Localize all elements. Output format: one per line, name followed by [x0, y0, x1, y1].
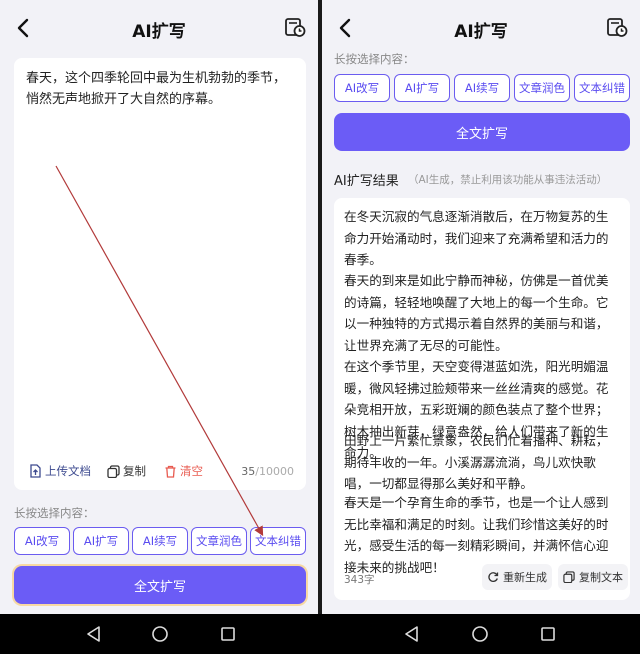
screenshot-pair: AI扩写 春天，这个四季轮回中最为生机勃勃的季节，悄然无声地掀开了大自然的序幕。… [0, 0, 640, 614]
result-paragraph: 田野上一片繁忙景象，农民们忙着播种、耕耘，期待丰收的一年。小溪潺潺流淌，鸟儿欢快… [344, 433, 609, 491]
input-card[interactable]: 春天，这个四季轮回中最为生机勃勃的季节，悄然无声地掀开了大自然的序幕。 上传文档… [14, 58, 306, 490]
clear-button[interactable]: 清空 [164, 463, 203, 479]
copy-label: 复制 [123, 464, 146, 478]
chip-continue[interactable]: AI续写 [132, 527, 188, 555]
refresh-icon [488, 572, 499, 583]
nav-back-icon[interactable] [84, 625, 104, 643]
result-paragraph: 在冬天沉寂的气息逐渐消散后，在万物复苏的生命力开始涌动时，我们迎来了充满希望和活… [344, 209, 609, 267]
app-header: AI扩写 [0, 0, 318, 58]
char-count-max: /10000 [255, 465, 294, 478]
chip-expand[interactable]: AI扩写 [73, 527, 129, 555]
chip-correct[interactable]: 文本纠错 [250, 527, 306, 555]
nav-back-icon[interactable] [402, 625, 422, 643]
right-screen: AI扩写 长按选择内容： AI改写 AI扩写 AI续写 文章润色 文本纠错 全文… [322, 0, 640, 614]
history-icon[interactable] [284, 16, 306, 38]
char-count-current: 35 [241, 465, 256, 478]
upload-icon [30, 464, 41, 478]
chip-polish[interactable]: 文章润色 [514, 74, 570, 102]
chip-polish[interactable]: 文章润色 [191, 527, 247, 555]
expand-all-button[interactable]: 全文扩写 [14, 566, 306, 604]
chip-rewrite[interactable]: AI改写 [334, 74, 390, 102]
expand-all-button[interactable]: 全文扩写 [334, 113, 630, 151]
input-text[interactable]: 春天，这个四季轮回中最为生机勃勃的季节，悄然无声地掀开了大自然的序幕。 [26, 68, 296, 110]
nav-home-icon[interactable] [150, 625, 170, 643]
section-label: 长按选择内容： [334, 52, 415, 66]
upload-doc-button[interactable]: 上传文档 [28, 463, 91, 479]
upload-label: 上传文档 [45, 464, 91, 478]
result-card: 在冬天沉寂的气息逐渐消散后，在万物复苏的生命力开始涌动时，我们迎来了充满希望和活… [334, 198, 630, 600]
regenerate-label: 重新生成 [503, 571, 547, 584]
input-toolbar: 上传文档 复制 清空 35/10000 [14, 463, 306, 483]
app-header: AI扩写 [322, 0, 640, 58]
clear-label: 清空 [180, 464, 203, 478]
chip-correct[interactable]: 文本纠错 [574, 74, 630, 102]
result-paragraph: 春天的到来是如此宁静而神秘，仿佛是一首优美的诗篇，轻轻地唤醒了大地上的每一个生命… [344, 273, 609, 353]
left-screen: AI扩写 春天，这个四季轮回中最为生机勃勃的季节，悄然无声地掀开了大自然的序幕。… [0, 0, 318, 614]
history-icon[interactable] [606, 16, 628, 38]
result-disclaimer: （AI生成，禁止利用该功能从事违法活动） [408, 174, 608, 186]
system-nav-bar [0, 614, 640, 654]
copy-icon [563, 571, 575, 583]
copy-icon [107, 464, 120, 478]
chip-expand[interactable]: AI扩写 [394, 74, 450, 102]
char-counter: 35/10000 [241, 465, 294, 478]
nav-recents-icon[interactable] [538, 625, 558, 643]
copy-text-button[interactable]: 复制文本 [558, 564, 628, 590]
trash-icon [165, 465, 176, 478]
page-title: AI扩写 [132, 22, 186, 42]
copy-text-label: 复制文本 [579, 571, 623, 584]
regenerate-button[interactable]: 重新生成 [482, 564, 552, 590]
section-label: 长按选择内容： [14, 506, 95, 520]
copy-button[interactable]: 复制 [107, 463, 146, 479]
nav-recents-icon[interactable] [218, 625, 238, 643]
page-title: AI扩写 [454, 22, 508, 42]
nav-home-icon[interactable] [470, 625, 490, 643]
chip-continue[interactable]: AI续写 [454, 74, 510, 102]
word-count: 343字 [344, 574, 375, 586]
result-title: AI扩写结果 [334, 174, 399, 189]
chip-rewrite[interactable]: AI改写 [14, 527, 70, 555]
